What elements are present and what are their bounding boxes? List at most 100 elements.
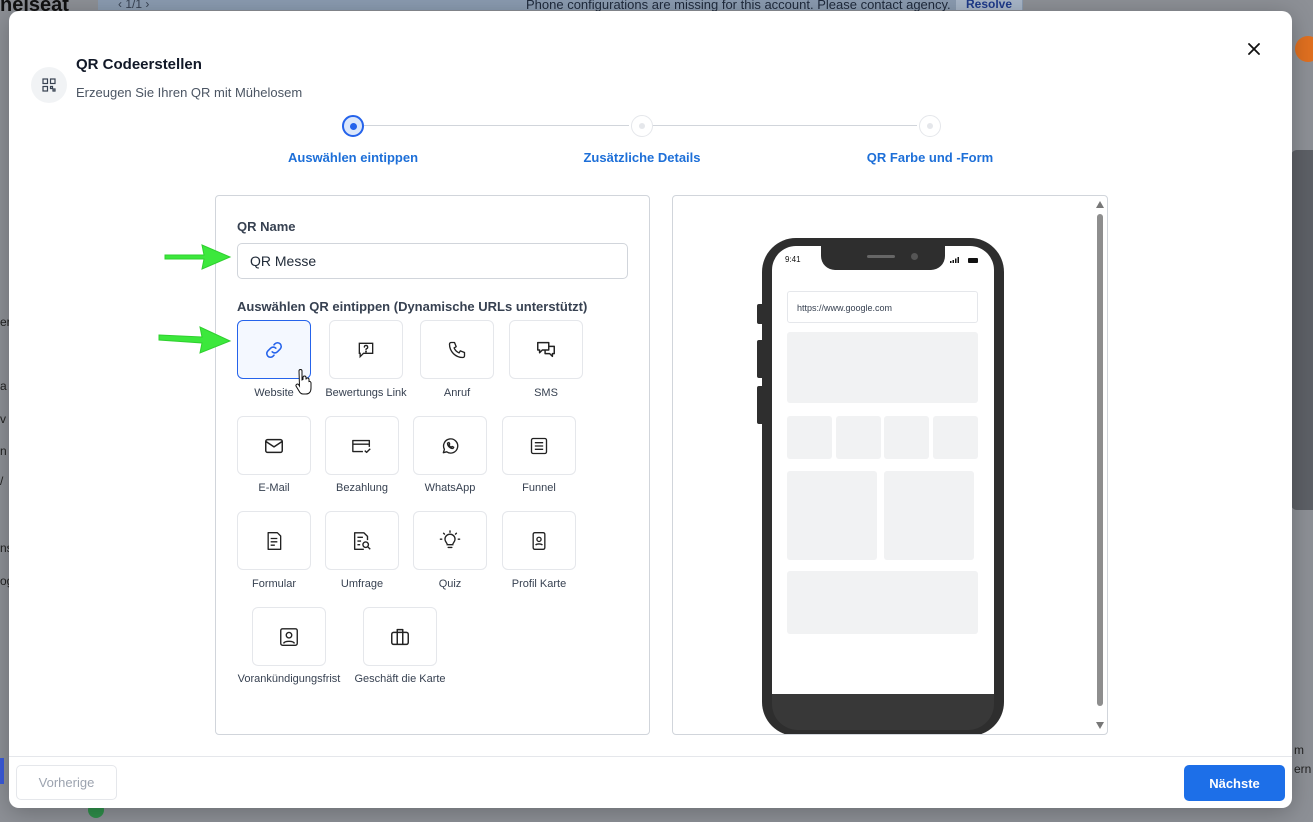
background-right-text: ern	[1294, 762, 1312, 776]
type-tile-sms[interactable]	[509, 320, 583, 379]
type-label-survey: Umfrage	[340, 578, 384, 590]
type-tile-form[interactable]	[237, 511, 311, 570]
survey-search-icon	[353, 531, 371, 550]
type-label-call: Anruf	[443, 387, 471, 399]
type-tile-email[interactable]	[237, 416, 311, 475]
preview-placeholder-block	[787, 416, 832, 459]
scroll-down-arrow[interactable]	[1096, 722, 1104, 729]
type-tile-call[interactable]	[420, 320, 494, 379]
phone-preview-panel: 9:41 https://www.google.com	[672, 195, 1108, 735]
hand-cursor-icon	[295, 369, 312, 395]
type-label-quiz: Quiz	[438, 578, 462, 590]
signal-battery-icon	[950, 257, 978, 263]
background-sidebar-text: a	[0, 379, 7, 393]
type-tile-quiz[interactable]	[413, 511, 487, 570]
annotation-arrow-icon	[158, 326, 232, 354]
preview-placeholder-block	[787, 332, 978, 403]
type-label-email: E-Mail	[258, 482, 290, 494]
chat-bubbles-icon	[537, 341, 555, 357]
modal-title: QR Codeerstellen	[76, 56, 202, 73]
type-tile-payment[interactable]	[325, 416, 399, 475]
type-label-payment: Bezahlung	[336, 482, 388, 494]
background-sidebar-text: /	[0, 474, 4, 488]
review-question-icon	[358, 342, 374, 358]
background-right-text: m	[1294, 743, 1304, 757]
type-tile-funnel[interactable]	[502, 416, 576, 475]
type-tile-notice-period[interactable]	[252, 607, 326, 666]
credit-card-icon	[352, 439, 371, 453]
phone-side-button	[757, 340, 762, 378]
stepper-connector	[364, 125, 629, 126]
background-pager: ‹ 1/1 ›	[118, 0, 150, 11]
type-label-website: Website	[254, 387, 294, 399]
preview-url-bar: https://www.google.com	[787, 291, 978, 323]
type-tile-review-link[interactable]	[329, 320, 403, 379]
link-icon	[266, 341, 282, 358]
background-right-panel	[1291, 150, 1313, 510]
background-sidebar-text: v	[0, 412, 6, 426]
phone-camera	[911, 253, 918, 260]
type-tile-whatsapp[interactable]	[413, 416, 487, 475]
background-sidebar-text: n	[0, 444, 7, 458]
modal-subtitle: Erzeugen Sie Ihren QR mit Mühelosem	[76, 85, 303, 100]
phone-side-button	[757, 304, 762, 324]
annotation-arrow-icon	[164, 244, 232, 270]
lightbulb-icon	[439, 529, 461, 548]
type-label-form: Formular	[251, 578, 297, 590]
phone-screen: 9:41 https://www.google.com	[772, 246, 994, 694]
type-label-whatsapp: WhatsApp	[424, 482, 476, 494]
type-label-review-link: Bewertungs Link	[325, 387, 407, 399]
previous-button[interactable]: Vorherige	[16, 765, 117, 800]
stepper-connector	[652, 125, 917, 126]
phone-mockup: 9:41 https://www.google.com	[757, 238, 1004, 734]
qr-name-input[interactable]	[237, 243, 628, 279]
preview-placeholder-block	[787, 571, 978, 634]
form-document-icon	[267, 531, 282, 550]
preview-placeholder-block	[933, 416, 978, 459]
type-label-profile-card: Profil Karte	[511, 578, 567, 590]
preview-placeholder-block	[884, 416, 929, 459]
mail-icon	[265, 438, 283, 453]
step-indicator-3	[919, 115, 941, 137]
preview-placeholder-block	[836, 416, 881, 459]
qr-type-label: Auswählen QR eintippen (Dynamische URLs …	[237, 299, 588, 314]
type-label-business-card: Geschäft die Karte	[354, 673, 446, 685]
phone-chin	[772, 694, 994, 730]
preview-placeholder-block	[787, 471, 877, 560]
step-label-3[interactable]: QR Farbe und -Form	[867, 150, 993, 165]
close-button[interactable]	[1243, 38, 1265, 60]
profile-card-icon	[532, 531, 546, 550]
close-icon	[1248, 43, 1260, 55]
qr-code-icon	[31, 67, 67, 103]
next-button[interactable]: Nächste	[1184, 765, 1285, 801]
contact-card-icon	[280, 627, 298, 646]
step-label-1[interactable]: Auswählen eintippen	[288, 150, 418, 165]
phone-notch	[821, 246, 945, 270]
qr-type-form-panel: QR Name Auswählen QR eintippen (Dynamisc…	[215, 195, 650, 735]
type-tile-business-card[interactable]	[363, 607, 437, 666]
type-label-notice-period: Vorankündigungsfrist	[237, 673, 341, 685]
briefcase-icon	[391, 628, 409, 645]
preview-scrollbar[interactable]	[1097, 214, 1103, 706]
type-label-funnel: Funnel	[522, 482, 556, 494]
phone-side-button	[757, 386, 762, 424]
scroll-up-arrow[interactable]	[1096, 201, 1104, 208]
funnel-list-icon	[530, 437, 548, 454]
type-tile-profile-card[interactable]	[502, 511, 576, 570]
whatsapp-icon	[442, 437, 459, 454]
step-indicator-2	[631, 115, 653, 137]
step-label-2[interactable]: Zusätzliche Details	[583, 150, 700, 165]
background-blue-tab	[0, 758, 4, 784]
preview-placeholder-block	[884, 471, 974, 560]
step-indicator-1	[342, 115, 364, 137]
background-resolve-button: Resolve	[956, 0, 1022, 11]
footer-divider	[9, 756, 1292, 757]
phone-icon	[448, 341, 466, 358]
phone-speaker	[867, 255, 895, 258]
qr-name-label: QR Name	[237, 219, 296, 234]
background-bell-icon	[1295, 36, 1313, 62]
create-qr-modal: QR Codeerstellen Erzeugen Sie Ihren QR m…	[9, 11, 1292, 808]
type-label-sms: SMS	[534, 387, 558, 399]
phone-time: 9:41	[785, 255, 801, 264]
type-tile-survey[interactable]	[325, 511, 399, 570]
